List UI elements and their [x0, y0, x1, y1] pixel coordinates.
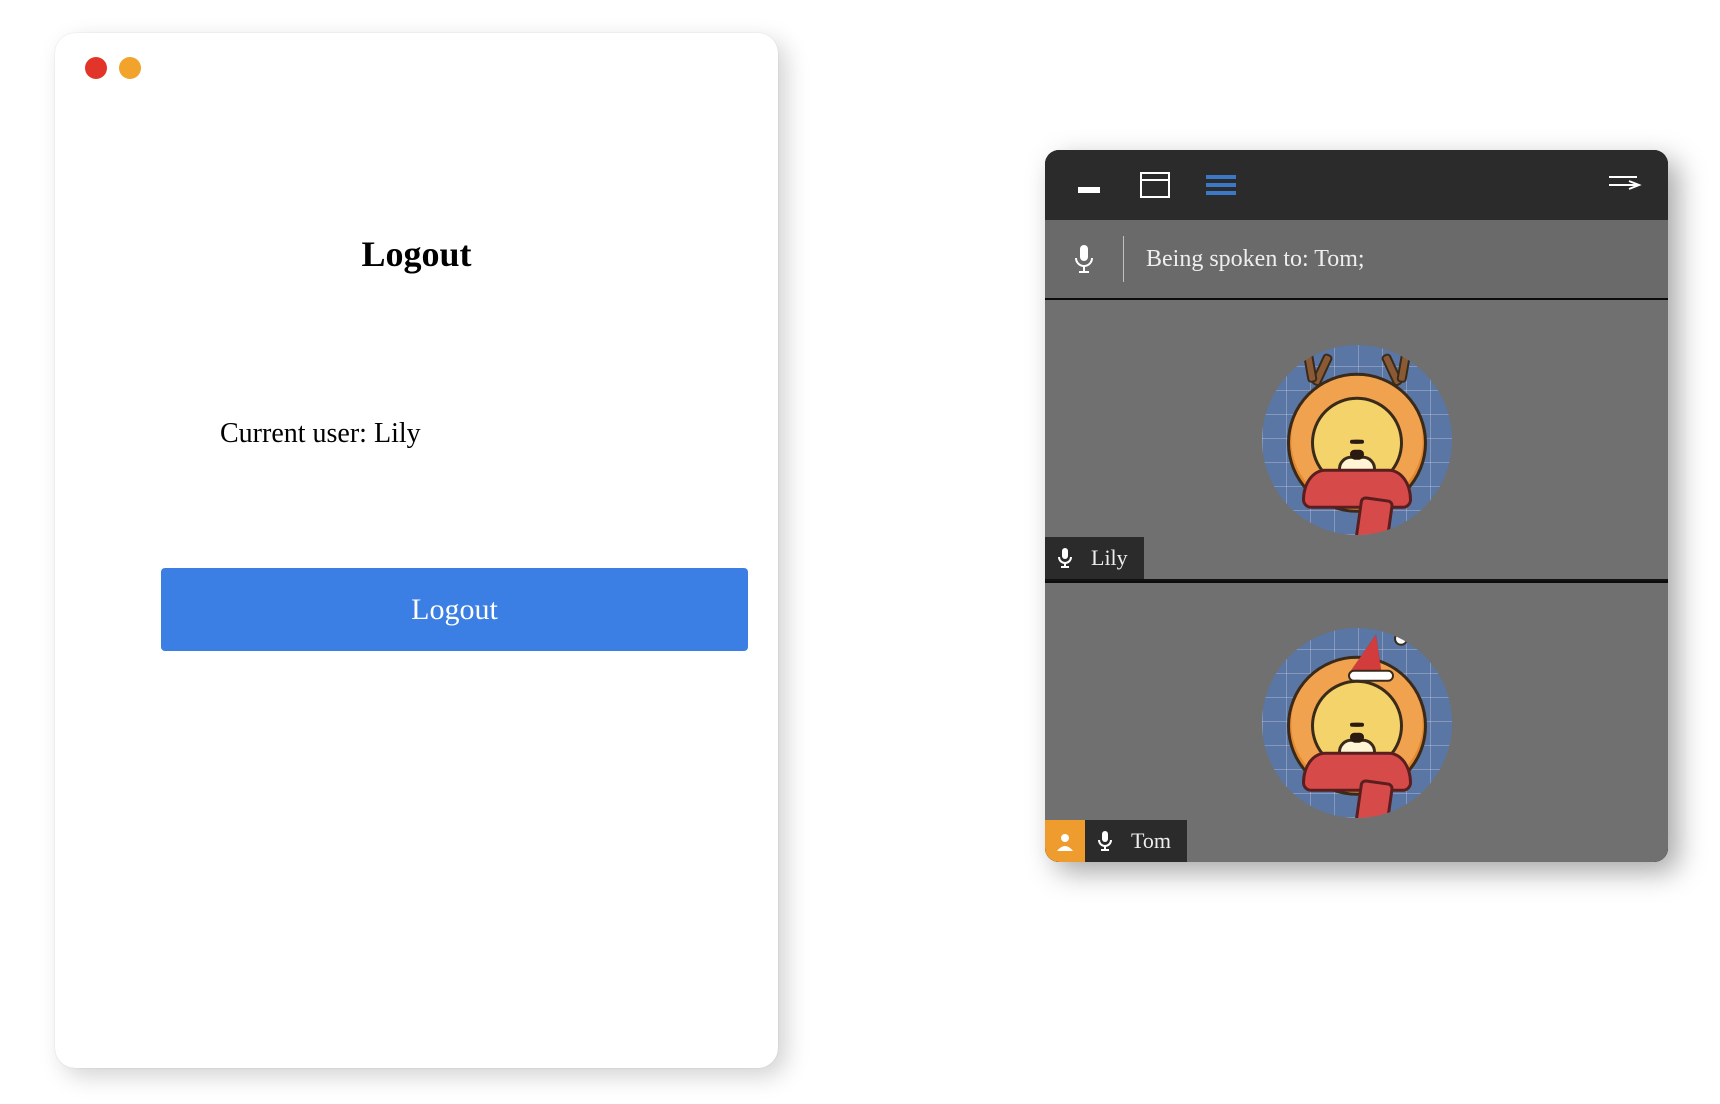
speaking-status-text: Being spoken to: Tom; [1146, 246, 1365, 273]
self-user-icon [1045, 820, 1085, 862]
call-toolbar [1045, 150, 1668, 220]
microphone-icon[interactable] [1045, 537, 1085, 579]
participant-tile[interactable]: Tom [1045, 581, 1668, 862]
minimize-window-icon[interactable] [119, 57, 141, 79]
avatar [1262, 628, 1452, 818]
lion-antlers-avatar-icon [1287, 372, 1427, 512]
lion-santa-avatar-icon [1287, 655, 1427, 795]
microphone-icon[interactable] [1045, 244, 1123, 274]
participant-name-badge: Lily [1045, 537, 1144, 579]
current-user-label: Current user: Lily [220, 418, 421, 450]
page-title: Logout [55, 233, 778, 275]
call-window: Being spoken to: Tom; [1045, 150, 1668, 862]
list-view-icon[interactable] [1197, 165, 1245, 205]
window-icon[interactable] [1131, 165, 1179, 205]
speaking-status-bar: Being spoken to: Tom; [1045, 220, 1668, 298]
logout-window: Logout Current user: Lily Logout [55, 33, 778, 1068]
divider [1123, 236, 1124, 282]
avatar [1262, 345, 1452, 535]
window-controls [85, 57, 141, 79]
logout-button[interactable]: Logout [161, 568, 748, 651]
microphone-icon[interactable] [1085, 820, 1125, 862]
participant-name-badge: Tom [1045, 820, 1187, 862]
participant-name: Lily [1091, 545, 1128, 571]
participant-tile[interactable]: Lily [1045, 298, 1668, 579]
close-window-icon[interactable] [85, 57, 107, 79]
minimize-icon[interactable] [1065, 165, 1113, 205]
participant-name: Tom [1131, 828, 1171, 854]
collapse-panel-icon[interactable] [1600, 165, 1648, 205]
participants-list: Lily [1045, 298, 1668, 862]
